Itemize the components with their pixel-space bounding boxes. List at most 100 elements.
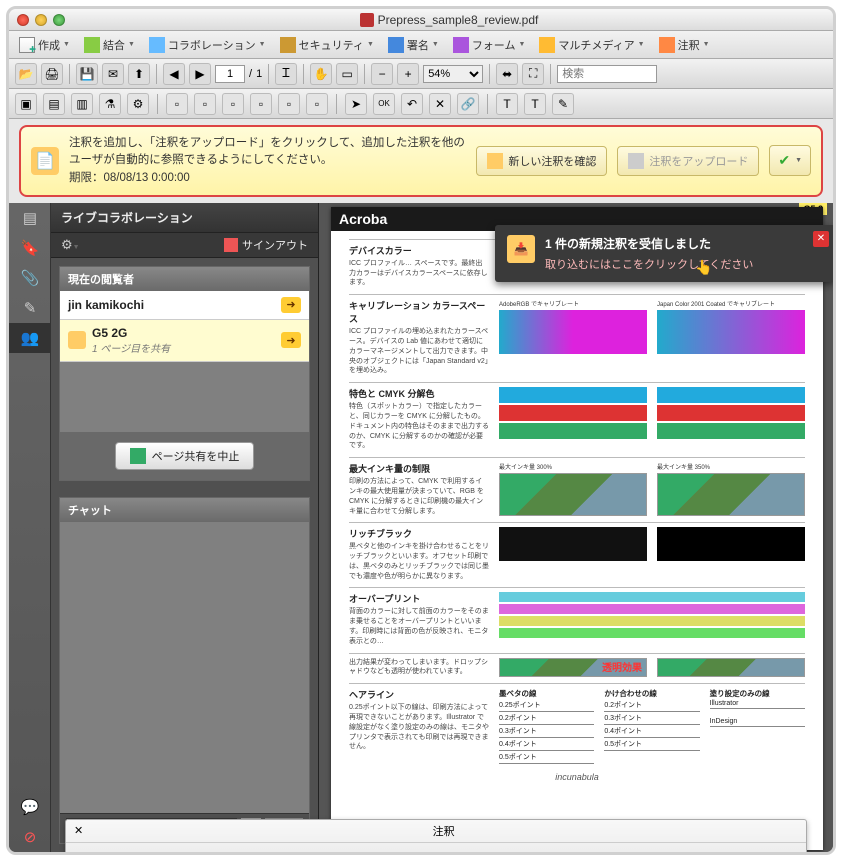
hand-tool-button[interactable]: ✋ <box>310 63 332 85</box>
zoom-in-button[interactable]: + <box>397 63 419 85</box>
stamp-button[interactable]: 🔖▼ <box>292 849 333 852</box>
tool2-8[interactable]: ▫ <box>222 93 244 115</box>
user-icon <box>68 331 86 349</box>
create-icon <box>19 37 35 53</box>
show-button[interactable]: 💬表示▼ <box>709 849 776 852</box>
pencil-button[interactable]: ✏ <box>658 849 688 852</box>
callout-button[interactable]: ≡ <box>430 849 460 852</box>
nav-attach-button[interactable]: 📎 <box>9 263 51 293</box>
chat-section: チャット 送信 <box>59 497 310 844</box>
form-icon <box>453 37 469 53</box>
tool2-t2[interactable]: T <box>524 93 546 115</box>
menu-media[interactable]: マルチメディア▼ <box>535 35 648 55</box>
tool2-t3[interactable]: ✎ <box>552 93 574 115</box>
page-input[interactable] <box>215 65 245 83</box>
search-input[interactable] <box>557 65 657 83</box>
line-button[interactable]: ／ <box>544 849 574 852</box>
toast-close-button[interactable]: ✕ <box>813 231 829 247</box>
tool2-del[interactable]: ✕ <box>429 93 451 115</box>
upload-button[interactable]: ⬆ <box>128 63 150 85</box>
tool2-arrow[interactable]: ➤ <box>345 93 367 115</box>
email-button[interactable]: ✉ <box>102 63 124 85</box>
menu-collab[interactable]: コラボレーション▼ <box>145 35 270 55</box>
annot-bar-close-button[interactable]: ✕ <box>74 824 83 837</box>
image-placeholder <box>657 473 805 516</box>
tool2-7[interactable]: ▫ <box>194 93 216 115</box>
zoom-window-button[interactable] <box>53 14 65 26</box>
nav-pages-button[interactable]: ▤ <box>9 203 51 233</box>
tool2-9[interactable]: ▫ <box>250 93 272 115</box>
minimize-window-button[interactable] <box>35 14 47 26</box>
viewer-row-1[interactable]: jin kamikochi ➜ <box>60 291 309 320</box>
notice-check-button[interactable]: ✔▼ <box>769 145 811 176</box>
annot-bar-title: 注釈 <box>89 823 798 839</box>
page-footer: incunabula <box>349 772 805 782</box>
viewers-section: 現在の閲覧者 jin kamikochi ➜ G5 2G 1 ページ目を共有 ➜ <box>59 266 310 481</box>
tool2-t1[interactable]: T <box>496 93 518 115</box>
circle-button[interactable] <box>620 849 650 852</box>
tool2-1[interactable]: ▣ <box>15 93 37 115</box>
text-annot-button[interactable]: Tテキスト注釈▼ <box>173 849 284 852</box>
signout-button[interactable]: サインアウト <box>224 237 308 253</box>
select-tool-button[interactable]: Ꮖ <box>275 63 297 85</box>
check-icon: ✔ <box>778 152 790 169</box>
menu-combine[interactable]: 結合▼ <box>80 35 139 55</box>
nav-error-button[interactable]: ⊘ <box>9 822 51 852</box>
viewer-row-2[interactable]: G5 2G 1 ページ目を共有 ➜ <box>60 320 309 362</box>
tool2-ok[interactable]: OK <box>373 93 395 115</box>
page-sep: / <box>249 68 252 80</box>
zoom-select[interactable]: 54% <box>423 65 483 83</box>
confirm-icon <box>487 153 503 169</box>
zoom-out-button[interactable]: − <box>371 63 393 85</box>
close-window-button[interactable] <box>17 14 29 26</box>
open-button[interactable]: 📂 <box>15 63 37 85</box>
tool2-6[interactable]: ▫ <box>166 93 188 115</box>
share-icon <box>130 448 146 464</box>
menu-security[interactable]: セキュリティ▼ <box>276 35 378 55</box>
combine-icon <box>84 37 100 53</box>
goto-icon[interactable]: ➜ <box>281 332 301 348</box>
fit-page-button[interactable]: ⛶ <box>522 63 544 85</box>
tool2-4[interactable]: ⚗ <box>99 93 121 115</box>
save-button[interactable]: 💾 <box>76 63 98 85</box>
review-notice-bar: 📄 注釈を追加し、「注釈をアップロード」をクリックして、追加した注釈を他のユーザ… <box>19 125 823 197</box>
menu-forms[interactable]: フォーム▼ <box>449 35 530 55</box>
image-placeholder <box>657 658 805 678</box>
rect-button[interactable] <box>582 849 612 852</box>
upload-annot-button[interactable]: 注釈をアップロード <box>617 146 759 176</box>
next-page-button[interactable]: ▶ <box>189 63 211 85</box>
textbox-button[interactable]: ▭ <box>392 849 422 852</box>
pdf-icon <box>360 13 374 27</box>
cloud-button[interactable]: ☁ <box>468 849 498 852</box>
tool2-5[interactable]: ⚙ <box>127 93 149 115</box>
highlight-button[interactable]: ✎ <box>341 849 371 852</box>
new-annot-toast[interactable]: 📥 1 件の新規注釈を受信しました 取り込むにはここをクリックしてください ✕ … <box>495 225 833 282</box>
nav-comment-button[interactable]: 💬 <box>9 792 51 822</box>
confirm-annot-button[interactable]: 新しい注釈を確認 <box>476 146 607 176</box>
menu-sign[interactable]: 署名▼ <box>384 35 443 55</box>
menu-create[interactable]: 作成▼ <box>15 35 74 55</box>
tool2-11[interactable]: ▫ <box>306 93 328 115</box>
nav-collab-button[interactable]: 👥 <box>9 323 51 353</box>
toast-subtitle: 取り込むにはここをクリックしてください <box>545 256 823 272</box>
media-icon <box>539 37 555 53</box>
marquee-tool-button[interactable]: ▭ <box>336 63 358 85</box>
goto-icon[interactable]: ➜ <box>281 297 301 313</box>
tool2-link[interactable]: 🔗 <box>457 93 479 115</box>
nav-bookmarks-button[interactable]: 🔖 <box>9 233 51 263</box>
document-area[interactable]: G5 2 Acroba デバイスカラーICC プロファイル… スペースです。最終… <box>319 203 833 852</box>
fit-width-button[interactable]: ⬌ <box>496 63 518 85</box>
tool2-2[interactable]: ▤ <box>43 93 65 115</box>
print-button[interactable]: 🖨 <box>41 63 63 85</box>
nav-sign-button[interactable]: ✎ <box>9 293 51 323</box>
note-annot-button[interactable]: 💬ノート注釈 <box>76 849 165 852</box>
stop-share-button[interactable]: ページ共有を中止 <box>115 442 255 470</box>
tool2-10[interactable]: ▫ <box>278 93 300 115</box>
arrow-button[interactable]: ↗ <box>506 849 536 852</box>
image-placeholder <box>499 473 647 516</box>
tool2-undo[interactable]: ↶ <box>401 93 423 115</box>
prev-page-button[interactable]: ◀ <box>163 63 185 85</box>
tool2-3[interactable]: ▥ <box>71 93 93 115</box>
gear-icon[interactable]: ⚙▼ <box>61 237 80 253</box>
menu-annot[interactable]: 注釈▼ <box>655 35 714 55</box>
